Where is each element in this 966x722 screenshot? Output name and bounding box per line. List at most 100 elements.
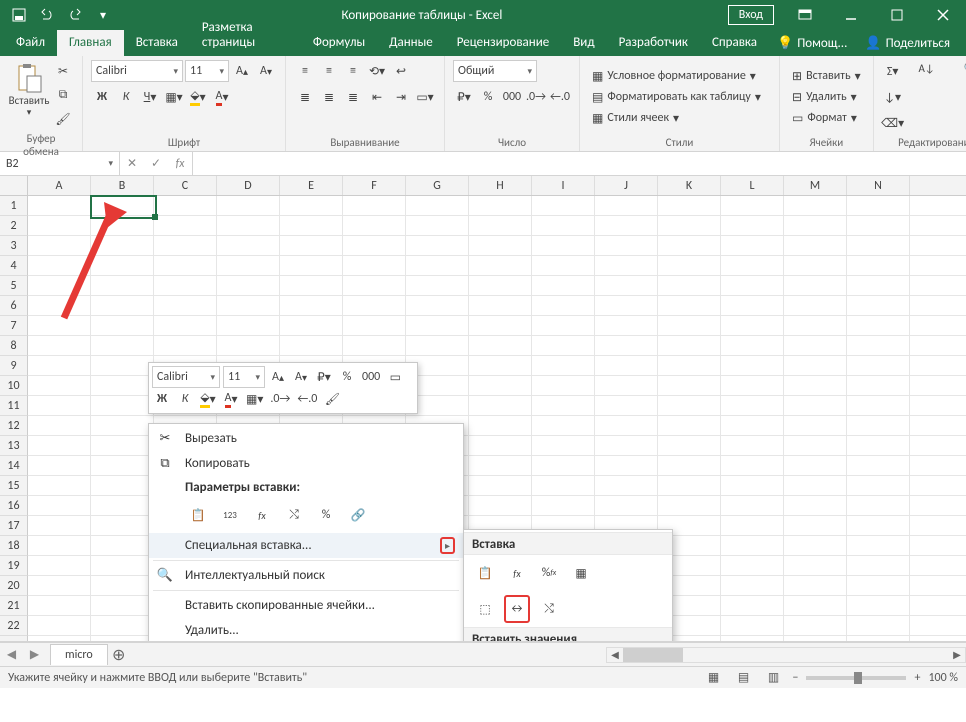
cell[interactable]: [784, 256, 847, 275]
row-header[interactable]: 14: [0, 456, 28, 476]
col-header[interactable]: D: [217, 176, 280, 195]
add-sheet-icon[interactable]: ⊕: [108, 645, 130, 665]
cell[interactable]: [532, 236, 595, 255]
cell[interactable]: [658, 396, 721, 415]
sub-paste-colwidth-icon[interactable]: ↔: [504, 595, 530, 623]
cell[interactable]: [595, 436, 658, 455]
scroll-thumb[interactable]: [623, 648, 683, 662]
zoom-out-button[interactable]: −: [792, 671, 798, 685]
sub-paste-source-fmt-icon[interactable]: ▦: [568, 559, 594, 587]
cell[interactable]: [784, 216, 847, 235]
cell[interactable]: [784, 396, 847, 415]
cell[interactable]: [91, 356, 154, 375]
col-header[interactable]: E: [280, 176, 343, 195]
mini-merge-icon[interactable]: ▭: [385, 367, 405, 387]
cell[interactable]: [91, 616, 154, 635]
cell[interactable]: [784, 636, 847, 642]
cell[interactable]: [658, 336, 721, 355]
cell[interactable]: [280, 236, 343, 255]
col-header[interactable]: N: [847, 176, 910, 195]
cell[interactable]: [847, 616, 910, 635]
fx-icon[interactable]: fx: [168, 157, 192, 171]
row-header[interactable]: 18: [0, 536, 28, 556]
tab-file[interactable]: Файл: [4, 30, 57, 56]
cell[interactable]: [784, 336, 847, 355]
cell[interactable]: [343, 336, 406, 355]
cell[interactable]: [721, 336, 784, 355]
cell[interactable]: [784, 496, 847, 515]
cell[interactable]: [154, 276, 217, 295]
cell[interactable]: [658, 476, 721, 495]
col-header[interactable]: G: [406, 176, 469, 195]
cell[interactable]: [280, 196, 343, 215]
cell[interactable]: [658, 376, 721, 395]
indent-dec-icon[interactable]: ⇤: [366, 86, 388, 108]
mini-dec-decimal-icon[interactable]: ←.0: [295, 389, 319, 409]
cell[interactable]: [91, 296, 154, 315]
mini-italic-icon[interactable]: К: [175, 389, 195, 409]
row-header[interactable]: 8: [0, 336, 28, 356]
tab-view[interactable]: Вид: [561, 30, 606, 56]
paste-values-icon[interactable]: 123: [217, 501, 243, 529]
col-header[interactable]: J: [595, 176, 658, 195]
cell[interactable]: [721, 616, 784, 635]
inc-decimal-icon[interactable]: .0→: [525, 86, 547, 108]
cell[interactable]: [784, 356, 847, 375]
cell[interactable]: [784, 516, 847, 535]
cell[interactable]: [343, 276, 406, 295]
paste-formatting-icon[interactable]: %: [313, 501, 339, 529]
horizontal-scrollbar[interactable]: ◀▶: [606, 647, 966, 663]
row-header[interactable]: 2: [0, 216, 28, 236]
cell[interactable]: [532, 476, 595, 495]
cell[interactable]: [721, 216, 784, 235]
fill-icon[interactable]: ↓▾: [882, 86, 904, 108]
cell[interactable]: [280, 216, 343, 235]
cell[interactable]: [91, 496, 154, 515]
delete-cells-button[interactable]: ⊟ Удалить ▾: [788, 88, 861, 107]
ctx-insert-copied[interactable]: Вставить скопированные ячейки...: [149, 593, 463, 618]
cell[interactable]: [91, 236, 154, 255]
cell[interactable]: [469, 456, 532, 475]
increase-font-icon[interactable]: A▴: [231, 60, 253, 82]
view-pagebreak-icon[interactable]: ▥: [762, 669, 784, 687]
cell[interactable]: [721, 196, 784, 215]
cell[interactable]: [28, 636, 91, 642]
cell[interactable]: [847, 596, 910, 615]
cut-icon[interactable]: ✂: [52, 60, 74, 82]
cell[interactable]: [154, 196, 217, 215]
align-mid-icon[interactable]: ≡: [318, 60, 340, 82]
ctx-paste-special[interactable]: Специальная вставка...▸: [149, 533, 463, 558]
cell[interactable]: [847, 516, 910, 535]
paste-button[interactable]: Вставить ▾: [8, 60, 50, 118]
zoom-slider-thumb[interactable]: [854, 672, 862, 684]
cell[interactable]: [532, 196, 595, 215]
font-name-combo[interactable]: Calibri▾: [91, 60, 183, 82]
cell[interactable]: [784, 296, 847, 315]
mini-percent-icon[interactable]: %: [337, 367, 357, 387]
next-sheet-icon[interactable]: ▶: [30, 647, 39, 662]
cell[interactable]: [847, 496, 910, 515]
row-header[interactable]: 16: [0, 496, 28, 516]
cell[interactable]: [847, 236, 910, 255]
clear-icon[interactable]: ⌫▾: [882, 112, 904, 134]
cell[interactable]: [91, 336, 154, 355]
zoom-slider[interactable]: [806, 676, 906, 680]
cell[interactable]: [721, 476, 784, 495]
tab-review[interactable]: Рецензирование: [445, 30, 561, 56]
tab-layout[interactable]: Разметка страницы: [190, 15, 301, 56]
cell[interactable]: [28, 356, 91, 375]
cell[interactable]: [154, 236, 217, 255]
paste-all-icon[interactable]: 📋: [185, 501, 211, 529]
cell[interactable]: [217, 276, 280, 295]
row-header[interactable]: 13: [0, 436, 28, 456]
row-header[interactable]: 4: [0, 256, 28, 276]
cell[interactable]: [721, 636, 784, 642]
col-header[interactable]: I: [532, 176, 595, 195]
sort-filter-button[interactable]: A↓: [906, 60, 948, 94]
cell[interactable]: [28, 236, 91, 255]
view-pagelayout-icon[interactable]: ▤: [732, 669, 754, 687]
cell[interactable]: [469, 436, 532, 455]
cell[interactable]: [280, 316, 343, 335]
cell[interactable]: [847, 296, 910, 315]
cell[interactable]: [91, 456, 154, 475]
